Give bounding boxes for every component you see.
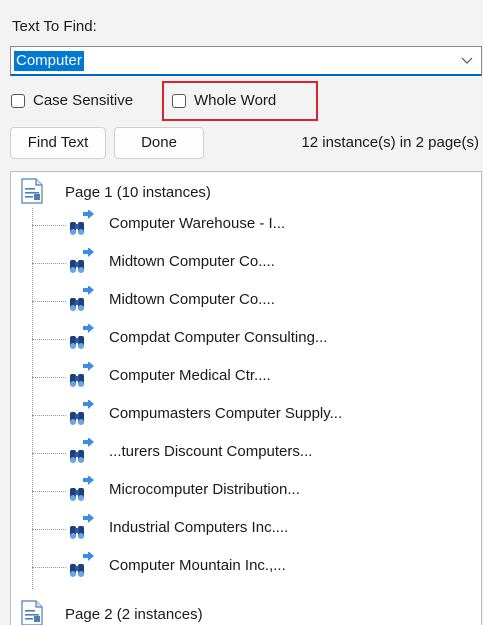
result-item[interactable]: Midtown Computer Co.... — [32, 244, 472, 280]
tree-connector — [32, 225, 66, 226]
tree-connector — [32, 453, 66, 454]
result-item[interactable]: Midtown Computer Co.... — [32, 282, 472, 318]
result-item[interactable]: Computer Warehouse - I... — [32, 206, 472, 242]
case-sensitive-checkbox[interactable] — [11, 94, 25, 108]
tree-page-label[interactable]: Page 1 (10 instances) — [65, 184, 211, 201]
binoculars-icon — [70, 324, 94, 349]
whole-word-highlight-box — [162, 81, 318, 121]
binoculars-icon — [70, 210, 94, 235]
page-icon — [21, 178, 43, 204]
tree-connector — [32, 263, 66, 264]
tree-page-label[interactable]: Page 2 (2 instances) — [65, 606, 203, 623]
result-item[interactable]: Microcomputer Distribution... — [32, 472, 472, 508]
tree-connector — [32, 567, 66, 568]
result-item[interactable]: ...turers Discount Computers... — [32, 434, 472, 470]
result-item-label[interactable]: Midtown Computer Co.... — [109, 253, 275, 270]
result-item[interactable]: Compdat Computer Consulting... — [32, 320, 472, 356]
binoculars-icon — [70, 514, 94, 539]
tree-connector — [32, 415, 66, 416]
binoculars-icon — [70, 248, 94, 273]
binoculars-icon — [70, 552, 94, 577]
binoculars-icon — [70, 286, 94, 311]
instances-status: 12 instance(s) in 2 page(s) — [301, 134, 479, 151]
tree-connector — [32, 339, 66, 340]
result-item-label[interactable]: Compumasters Computer Supply... — [109, 405, 342, 422]
text-to-find-label: Text To Find: — [12, 18, 97, 35]
done-button[interactable]: Done — [114, 127, 204, 159]
result-item-label[interactable]: Computer Warehouse - I... — [109, 215, 285, 232]
result-item[interactable]: Computer Mountain Inc.,... — [32, 548, 472, 584]
result-item-label[interactable]: Microcomputer Distribution... — [109, 481, 300, 498]
binoculars-icon — [70, 438, 94, 463]
chevron-down-icon[interactable] — [461, 54, 473, 66]
tree-connector — [32, 377, 66, 378]
binoculars-icon — [70, 400, 94, 425]
result-item-label[interactable]: ...turers Discount Computers... — [109, 443, 312, 460]
result-item[interactable]: Compumasters Computer Supply... — [32, 396, 472, 432]
binoculars-icon — [70, 476, 94, 501]
find-text-button[interactable]: Find Text — [10, 127, 106, 159]
case-sensitive-label[interactable]: Case Sensitive — [33, 92, 133, 109]
tree-connector — [32, 529, 66, 530]
result-item-label[interactable]: Midtown Computer Co.... — [109, 291, 275, 308]
result-item-label[interactable]: Computer Medical Ctr.... — [109, 367, 271, 384]
text-to-find-value[interactable]: Computer — [14, 51, 84, 71]
result-item-label[interactable]: Computer Mountain Inc.,... — [109, 557, 286, 574]
text-to-find-combobox[interactable]: Computer — [10, 46, 482, 76]
binoculars-icon — [70, 362, 94, 387]
page-icon — [21, 600, 43, 625]
result-item-label[interactable]: Compdat Computer Consulting... — [109, 329, 327, 346]
result-item[interactable]: Computer Medical Ctr.... — [32, 358, 472, 394]
result-item[interactable]: Industrial Computers Inc.... — [32, 510, 472, 546]
results-tree[interactable]: Page 1 (10 instances) Computer Warehouse… — [10, 171, 482, 625]
result-item-label[interactable]: Industrial Computers Inc.... — [109, 519, 288, 536]
tree-connector — [32, 491, 66, 492]
tree-connector — [32, 301, 66, 302]
